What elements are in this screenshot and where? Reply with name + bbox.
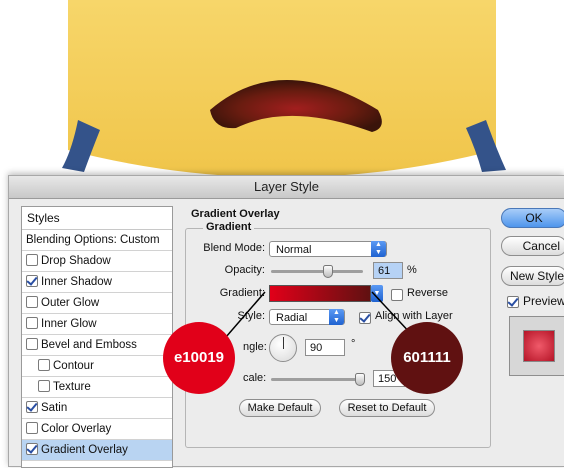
callout-connector-lines	[212, 291, 427, 353]
group-title: Gradient	[203, 221, 255, 233]
start-color-callout: e10019	[163, 322, 235, 394]
end-color-callout: 601111	[391, 322, 463, 394]
